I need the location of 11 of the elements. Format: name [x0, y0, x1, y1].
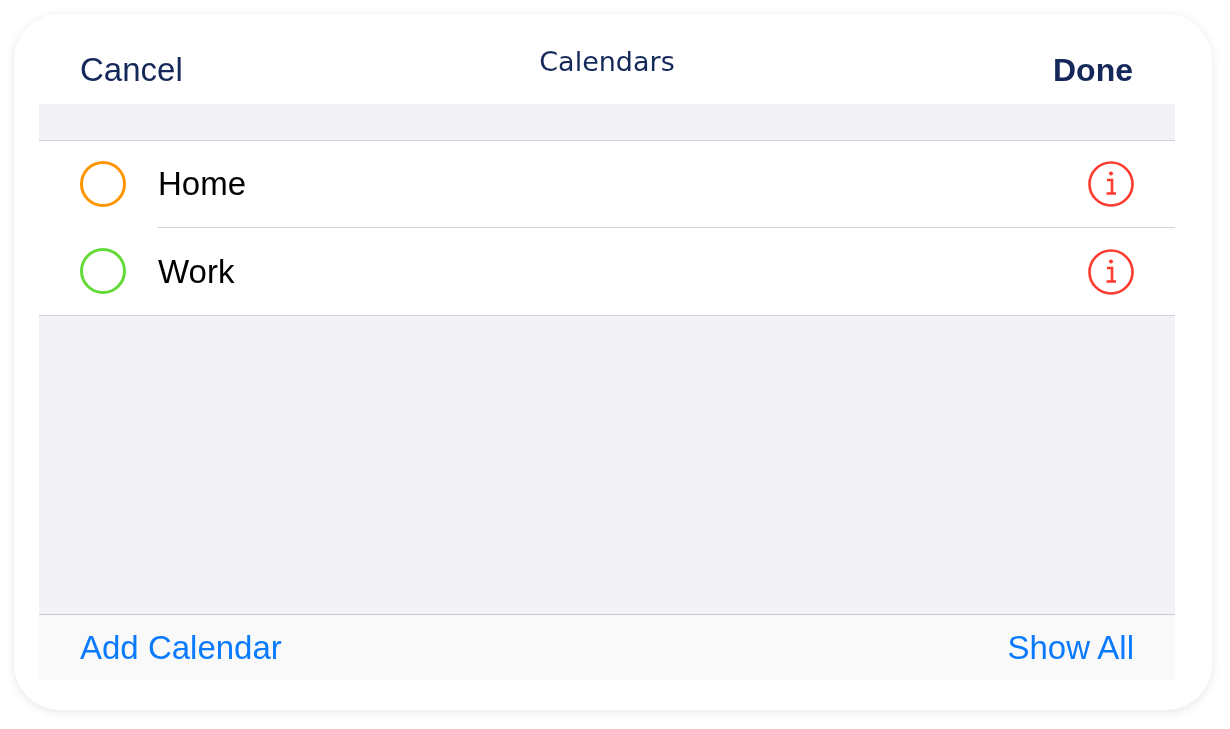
- add-calendar-button[interactable]: Add Calendar: [80, 627, 282, 668]
- sheet-title: Calendars: [539, 47, 675, 77]
- ring-icon[interactable]: [80, 248, 126, 294]
- info-icon[interactable]: [1088, 248, 1134, 295]
- done-button[interactable]: Done: [1053, 50, 1133, 90]
- calendar-name: Work: [158, 251, 235, 292]
- show-all-button[interactable]: Show All: [1007, 627, 1134, 668]
- calendar-name: Home: [158, 164, 247, 204]
- ring-icon[interactable]: [80, 161, 126, 207]
- cancel-button[interactable]: Cancel: [80, 50, 183, 90]
- info-icon[interactable]: [1088, 161, 1134, 207]
